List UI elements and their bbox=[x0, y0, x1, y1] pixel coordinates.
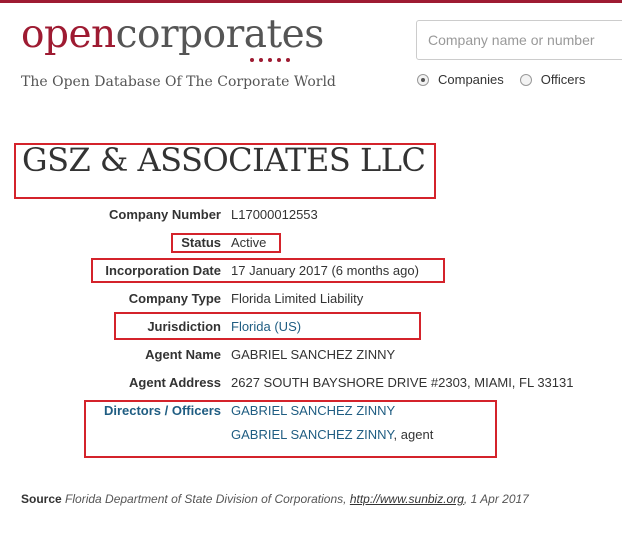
logo-corporates-text: corporates bbox=[115, 12, 325, 57]
tagline: The Open Database Of The Corporate World bbox=[21, 74, 336, 90]
radio-companies[interactable]: Companies bbox=[417, 72, 504, 87]
radio-officers-label: Officers bbox=[540, 72, 586, 87]
directors-officers-label[interactable]: Directors / Officers bbox=[104, 403, 221, 418]
agent-name-label: Agent Name bbox=[145, 347, 221, 362]
radio-officers[interactable]: Officers bbox=[519, 72, 586, 87]
search-input[interactable] bbox=[416, 20, 622, 60]
agent-address-label: Agent Address bbox=[129, 375, 221, 390]
search-type-radio-group: Companies Officers bbox=[417, 72, 585, 87]
source-citation: Source Florida Department of State Divis… bbox=[21, 489, 561, 510]
logo-open-text: open bbox=[21, 12, 116, 57]
radio-button-icon[interactable] bbox=[519, 73, 532, 86]
officer-link[interactable]: GABRIEL SANCHEZ ZINNY bbox=[231, 427, 394, 442]
source-text: Florida Department of State Division of … bbox=[65, 492, 347, 506]
radio-button-icon[interactable] bbox=[417, 73, 429, 86]
officer-item: GABRIEL SANCHEZ ZINNY bbox=[231, 403, 395, 418]
opencorporates-logo[interactable]: opencorporates bbox=[21, 12, 324, 58]
officer-role: , agent bbox=[393, 427, 434, 442]
company-name-heading: GSZ & ASSOCIATES LLC bbox=[22, 141, 426, 179]
agent-name-value: GABRIEL SANCHEZ ZINNY bbox=[231, 347, 396, 362]
logo-dots bbox=[250, 58, 290, 62]
top-accent-bar bbox=[0, 0, 622, 3]
agent-address-value: 2627 SOUTH BAYSHORE DRIVE #2303, MIAMI, … bbox=[231, 375, 574, 390]
status-value: Active bbox=[231, 235, 267, 250]
radio-companies-label: Companies bbox=[438, 72, 504, 87]
company-number-value: L17000012553 bbox=[231, 207, 318, 222]
source-label: Source bbox=[21, 492, 62, 506]
company-type-label: Company Type bbox=[128, 291, 221, 306]
officer-link[interactable]: GABRIEL SANCHEZ ZINNY bbox=[231, 403, 395, 418]
company-type-value: Florida Limited Liability bbox=[231, 291, 364, 306]
incorporation-date-label: Incorporation Date bbox=[105, 263, 221, 278]
source-date: , 1 Apr 2017 bbox=[463, 492, 529, 506]
jurisdiction-link[interactable]: Florida (US) bbox=[231, 319, 301, 334]
officer-item: GABRIEL SANCHEZ ZINNY, agent bbox=[231, 427, 433, 442]
status-label: Status bbox=[181, 235, 221, 250]
company-number-label: Company Number bbox=[109, 207, 221, 222]
source-link[interactable]: http://www.sunbiz.org bbox=[350, 492, 464, 506]
incorporation-date-value: 17 January 2017 (6 months ago) bbox=[231, 263, 419, 278]
jurisdiction-label: Jurisdiction bbox=[147, 319, 221, 334]
